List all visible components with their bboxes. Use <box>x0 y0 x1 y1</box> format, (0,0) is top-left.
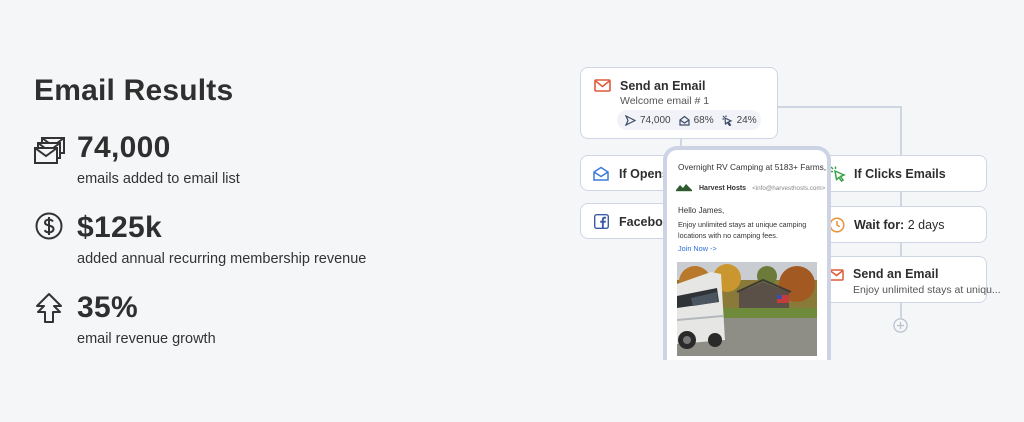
sender-name: Harvest Hosts <box>699 184 747 192</box>
open-envelope-icon <box>678 115 690 126</box>
email-sender: Harvest Hosts <info@harvesthosts.com> <box>675 182 825 194</box>
clock-icon <box>829 217 845 238</box>
envelopes-icon <box>34 134 66 166</box>
add-step-icon[interactable] <box>893 318 908 338</box>
connector-line <box>777 106 901 108</box>
email-icon <box>829 268 844 286</box>
cursor-click-icon <box>830 166 846 187</box>
if-clicks-label: If Clicks Emails <box>854 167 946 181</box>
stat-value-revenue: $125k <box>77 211 162 244</box>
send-email-card[interactable]: Send an Email Welcome email # 1 74,000 6… <box>580 67 778 139</box>
open-envelope-icon <box>593 166 609 186</box>
cursor-click-icon <box>722 115 733 126</box>
rv-photo <box>677 262 817 356</box>
connector-line <box>900 106 902 156</box>
join-now-link[interactable]: Join Now -> <box>678 244 717 253</box>
wait-card[interactable]: Wait for: 2 days <box>812 206 987 243</box>
sent-stat: 74,000 <box>625 114 671 126</box>
stat-desc-revenue: added annual recurring membership revenu… <box>77 251 367 267</box>
harvest-hosts-logo <box>675 182 693 194</box>
stat-desc-emails: emails added to email list <box>77 171 240 187</box>
if-opens-label: If Opens <box>619 167 670 181</box>
send-icon <box>625 114 636 126</box>
stat-value-growth: 35% <box>77 291 138 324</box>
sender-email: <info@harvesthosts.com> <box>752 184 826 192</box>
open-stat: 68% <box>678 115 714 126</box>
wait-label: Wait for: <box>854 218 905 232</box>
connector-line <box>900 242 902 257</box>
send-email-title-2: Send an Email <box>853 267 939 281</box>
stat-value-emails: 74,000 <box>77 131 171 164</box>
dollar-circle-icon <box>34 211 66 243</box>
send-email-card-2[interactable]: Send an Email Enjoy unlimited stays at u… <box>812 256 1001 303</box>
page-title: Email Results <box>34 74 234 107</box>
email-greeting: Hello James, <box>678 206 725 215</box>
send-email-sub: Welcome email # 1 <box>620 95 710 107</box>
connector-line <box>900 302 902 318</box>
email-body: Enjoy unlimited stays at unique camping … <box>678 220 807 240</box>
facebook-card[interactable]: Faceboo <box>580 203 670 239</box>
email-preview-phone: Overnight RV Camping at 5183+ Farms,... … <box>663 146 831 360</box>
if-clicks-card[interactable]: If Clicks Emails <box>812 155 987 192</box>
email-icon <box>594 79 611 97</box>
facebook-icon <box>593 213 610 234</box>
click-stat: 24% <box>722 115 757 126</box>
growth-arrow-icon <box>34 292 66 324</box>
stat-desc-growth: email revenue growth <box>77 331 216 347</box>
wait-value: 2 days <box>907 218 945 232</box>
connector-line <box>900 191 902 207</box>
if-opens-card[interactable]: If Opens <box>580 155 670 191</box>
email-subject: Overnight RV Camping at 5183+ Farms,... <box>678 162 831 172</box>
wait-text: Wait for: 2 days <box>854 218 945 232</box>
send-email-title: Send an Email <box>620 79 706 93</box>
email-stats-pill: 74,000 68% 24% <box>617 110 761 130</box>
send-email-sub-2: Enjoy unlimited stays at uniqu... <box>853 284 1001 296</box>
